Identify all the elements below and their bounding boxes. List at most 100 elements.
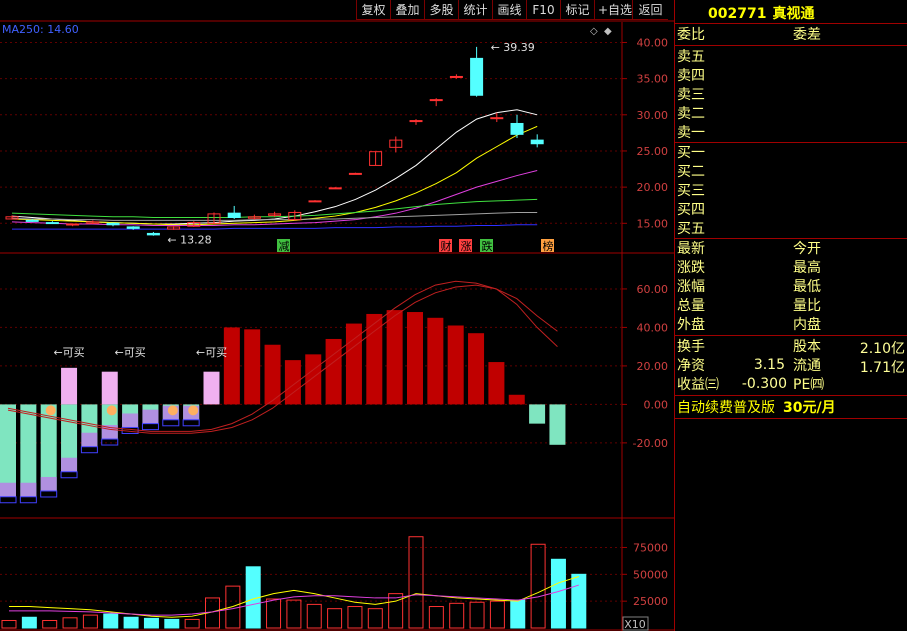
ask-level-label: 卖二 — [677, 106, 705, 122]
stat-label: 外盘 — [677, 317, 705, 333]
volume-bar — [286, 599, 302, 629]
macd-bar — [223, 327, 240, 405]
ask-level-label: 卖三 — [677, 87, 705, 103]
macd-bar-tip — [122, 413, 139, 428]
stat-label: 涨幅 — [677, 279, 705, 295]
volume-bar — [489, 600, 505, 629]
volume-bar — [123, 616, 139, 629]
subscription-ad[interactable]: 自动续费普及版 30元/月 — [677, 397, 836, 417]
low-price-label: ← 13.28 — [167, 234, 211, 247]
hand-icon — [188, 405, 199, 416]
stock-title[interactable]: 002771 真视通 — [708, 3, 820, 23]
volume-bar — [428, 606, 444, 629]
stat-label: 量比 — [793, 298, 821, 314]
macd-bar — [345, 323, 362, 405]
ask-level-label: 卖一 — [677, 125, 705, 141]
macd-bar — [488, 362, 505, 405]
macd-tick-label: 20.00 — [637, 360, 669, 373]
macd-tick-label: -20.00 — [633, 437, 668, 450]
event-marker-text: 财 — [441, 239, 452, 253]
grid — [0, 20, 674, 631]
candle-body — [328, 187, 342, 190]
hand-icon — [106, 405, 117, 416]
volume-bar — [21, 616, 37, 629]
macd-bar-tip — [81, 432, 98, 447]
candle-body — [490, 117, 504, 120]
volume-bar — [449, 602, 465, 629]
hand-icon — [167, 405, 178, 416]
macd-bar-tip — [20, 482, 37, 497]
divider — [675, 142, 907, 143]
candle-body — [470, 57, 484, 96]
volume-bar — [510, 599, 526, 629]
volume-bar — [408, 536, 424, 629]
stat-label: 今开 — [793, 241, 821, 257]
wei-cha-label: 委差 — [793, 27, 821, 43]
volume-bar — [62, 617, 78, 629]
ma-line — [11, 109, 538, 225]
price-tick-label: 15.00 — [637, 217, 669, 230]
macd-bar — [305, 354, 322, 405]
macd-bar-outline — [182, 419, 200, 427]
high-price-label: ← 39.39 — [491, 41, 535, 54]
macd-bar-outline — [141, 423, 159, 431]
eps-label: 收益㈢ — [677, 377, 719, 393]
candle-body — [348, 172, 362, 175]
volume-bar — [347, 606, 363, 629]
price-tick-label: 25.00 — [637, 145, 669, 158]
macd-bar-outline — [80, 446, 98, 454]
macd-bar — [325, 338, 342, 405]
candle-body — [45, 222, 59, 225]
ma-line — [12, 224, 538, 230]
hand-icon — [45, 405, 56, 416]
candle-body — [66, 223, 80, 226]
macd-bar-tip — [61, 457, 78, 472]
bid-level-label: 买三 — [677, 183, 705, 199]
bid-level-label: 买四 — [677, 202, 705, 218]
event-marker-text: 跌 — [482, 239, 493, 253]
buy-signal-label: ←可买 — [53, 346, 84, 359]
candle-body — [449, 75, 463, 78]
candle-body — [409, 120, 423, 123]
divider — [675, 45, 907, 46]
candle-body — [126, 226, 140, 229]
y-axis: 40.00 35.00 30.00 25.00 20.00 15.00 60.00 40.00… — [622, 36, 668, 631]
volume-bar — [103, 613, 119, 629]
share-capital-label: 股本 — [793, 339, 821, 355]
price-panel[interactable] — [5, 46, 544, 236]
macd-bar — [427, 317, 444, 405]
candle-body — [25, 219, 39, 222]
macd-bar — [529, 404, 546, 424]
ad-text: 自动续费普及版 — [677, 400, 775, 416]
buy-signal-label: ←可买 — [114, 346, 145, 359]
volume-bar — [327, 608, 343, 629]
macd-panel[interactable] — [0, 280, 566, 504]
divider — [675, 23, 907, 24]
stat-label: 内盘 — [793, 317, 821, 333]
buy-signal-label: ←可买 — [196, 346, 227, 359]
volume-panel[interactable] — [1, 536, 587, 629]
turnover-label: 换手 — [677, 339, 705, 355]
ad-price: 30元/月 — [783, 400, 836, 416]
candle-body — [530, 139, 544, 145]
float-label: 流通 — [793, 358, 821, 374]
bid-level-label: 买五 — [677, 221, 705, 237]
bid-level-label: 买二 — [677, 164, 705, 180]
candle-body — [429, 99, 443, 102]
volume-tick-label: 50000 — [633, 568, 668, 581]
volume-bar — [143, 617, 159, 629]
quote-panel: 002771 真视通 委比 委差 卖五 卖四 卖三 卖二 卖一 买一 买二 买三 买四 买五 最新… — [674, 0, 907, 631]
volume-tick-label: 25000 — [633, 595, 668, 608]
price-tick-label: 40.00 — [637, 36, 669, 49]
divider — [675, 335, 907, 336]
ma250-label: MA250: 14.60 — [2, 23, 79, 36]
macd-bar — [244, 329, 261, 405]
macd-bar-outline — [101, 438, 119, 446]
ask-level-label: 卖五 — [677, 49, 705, 65]
mode-icon: ◆ — [604, 26, 612, 37]
stat-label: 最高 — [793, 260, 821, 276]
macd-bar — [284, 360, 301, 405]
price-tick-label: 30.00 — [637, 109, 669, 122]
macd-bar-outline — [40, 490, 58, 498]
volume-bar — [1, 619, 17, 629]
